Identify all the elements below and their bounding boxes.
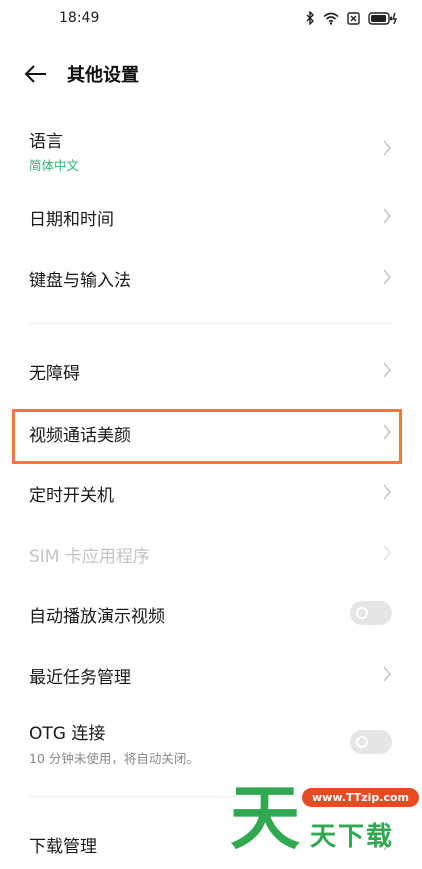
- chevron-right-icon: [383, 140, 392, 156]
- settings-item-scheduled-power[interactable]: 定时开关机: [0, 468, 422, 516]
- page-title: 其他设置: [67, 65, 139, 86]
- chevron-right-icon: [383, 362, 392, 378]
- status-time: 18:49: [59, 10, 100, 26]
- wifi-icon: [323, 12, 339, 25]
- item-label: 自动播放演示视频: [29, 607, 165, 627]
- watermark-logo-char: 天: [230, 777, 300, 859]
- no-sim-icon: [347, 11, 360, 25]
- section-divider: [29, 323, 393, 324]
- back-arrow-icon[interactable]: [23, 62, 49, 86]
- item-label: 最近任务管理: [29, 668, 131, 688]
- chevron-right-icon: [383, 666, 392, 682]
- item-label: OTG 连接: [29, 724, 106, 744]
- app-bar: 其他设置: [0, 50, 422, 98]
- status-icons: [306, 11, 398, 25]
- item-label: 语言: [29, 132, 63, 152]
- item-subtitle: 简体中文: [29, 158, 80, 173]
- autoplay-demo-toggle[interactable]: [350, 601, 392, 625]
- battery-icon: [368, 11, 398, 25]
- settings-item-accessibility[interactable]: 无障碍: [0, 346, 422, 394]
- chevron-right-icon: [383, 484, 392, 500]
- settings-item-recent-tasks[interactable]: 最近任务管理: [0, 650, 422, 698]
- item-label: 定时开关机: [29, 486, 114, 506]
- item-label: SIM 卡应用程序: [29, 547, 150, 567]
- watermark-text: 天下载: [310, 822, 395, 852]
- chevron-right-icon: [383, 208, 392, 224]
- item-label: 键盘与输入法: [29, 271, 131, 291]
- item-label: 日期和时间: [29, 210, 114, 230]
- otg-toggle[interactable]: [350, 730, 392, 754]
- settings-item-otg: OTG 连接 10 分钟未使用，将自动关闭。: [0, 712, 422, 774]
- item-label: 下载管理: [29, 837, 97, 857]
- bluetooth-icon: [306, 11, 314, 25]
- status-bar: 18:49: [0, 0, 422, 38]
- settings-item-autoplay-demo: 自动播放演示视频: [0, 589, 422, 637]
- settings-item-language[interactable]: 语言 简体中文: [0, 118, 422, 180]
- item-subtitle: 10 分钟未使用，将自动关闭。: [29, 751, 199, 766]
- settings-item-date-time[interactable]: 日期和时间: [0, 192, 422, 240]
- settings-item-keyboard-input[interactable]: 键盘与输入法: [0, 253, 422, 301]
- item-label: 无障碍: [29, 364, 80, 384]
- settings-item-sim-apps: SIM 卡应用程序: [0, 529, 422, 577]
- site-watermark: 天 www.TTzip.com 天下载: [230, 777, 419, 859]
- watermark-url: www.TTzip.com: [302, 788, 419, 807]
- toggle-knob: [356, 607, 368, 619]
- chevron-right-icon: [383, 269, 392, 285]
- toggle-knob: [356, 736, 368, 748]
- highlight-box: [12, 409, 402, 464]
- chevron-right-icon: [383, 545, 392, 561]
